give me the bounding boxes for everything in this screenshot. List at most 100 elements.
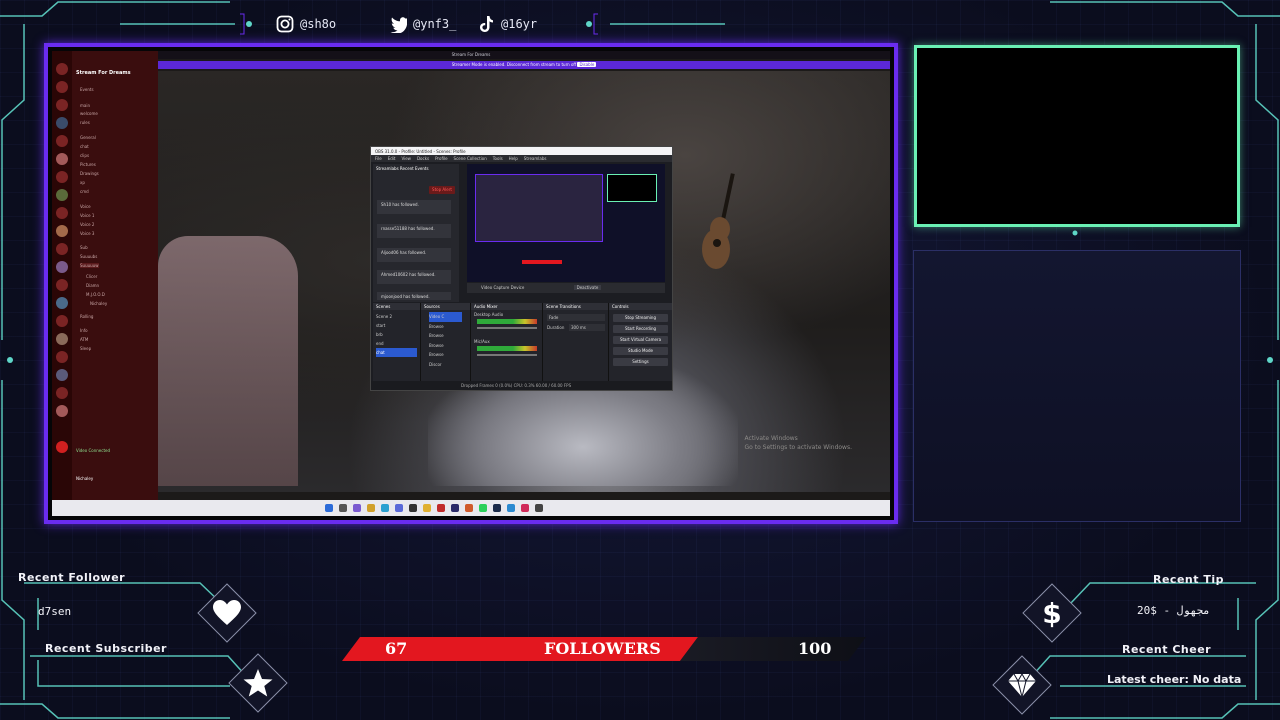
server-icon <box>56 225 68 237</box>
discord-channel[interactable]: Sub <box>80 245 88 250</box>
server-icon <box>56 369 68 381</box>
start-virtual-camera-button[interactable]: Start Virtual Camera <box>613 336 668 344</box>
scene-item[interactable]: Scene 2 <box>376 312 417 321</box>
discord-voice-user[interactable]: Diamn <box>86 283 99 288</box>
stop-streaming-button[interactable]: Stop Streaming <box>613 314 668 322</box>
obs-menubar: File Edit View Docks Profile Scene Colle… <box>371 155 672 162</box>
start-recording-button[interactable]: Start Recording <box>613 325 668 333</box>
discord-channel[interactable]: Voice 1 <box>80 213 94 218</box>
taskbar-app-icon[interactable] <box>437 504 445 512</box>
scene-item[interactable]: start <box>376 321 417 330</box>
discord-voice-status: Video Connected <box>76 448 111 453</box>
discord-icon[interactable] <box>395 504 403 512</box>
discord-channel[interactable]: ATM <box>80 337 88 342</box>
source-item[interactable]: Browse <box>429 322 462 332</box>
taskbar-app-icon[interactable] <box>353 504 361 512</box>
volume-slider[interactable] <box>477 354 537 356</box>
settings-button[interactable]: Settings <box>613 358 668 366</box>
discord-channel[interactable]: General <box>80 135 96 140</box>
scene-item[interactable]: brb <box>376 330 417 339</box>
start-icon[interactable] <box>325 504 333 512</box>
discord-channel[interactable]: Sleep <box>80 346 91 351</box>
discord-channel[interactable]: Voice 3 <box>80 231 94 236</box>
folder-icon[interactable] <box>367 504 375 512</box>
obs-source-toolbar: Video Capture Device Deactivate <box>467 283 665 293</box>
discord-server-list <box>52 51 72 516</box>
stream-overlay: @sh8o @ynf3_ @16yr Stream For Dreams Str… <box>0 0 1280 720</box>
discord-channel[interactable]: main <box>80 103 90 108</box>
scene-list: Scene 2 start brb end chat <box>373 310 420 359</box>
server-icon <box>56 99 68 111</box>
discord-channel[interactable]: xp <box>80 180 85 185</box>
banner-text: Streamer Mode is enabled. Disconnect fro… <box>451 62 597 67</box>
obs-menu-item[interactable]: Tools <box>493 156 503 161</box>
taskbar-app-icon[interactable] <box>451 504 459 512</box>
taskbar-app-icon[interactable] <box>535 504 543 512</box>
guitar-image <box>702 173 735 269</box>
scene-item-selected[interactable]: chat <box>376 348 417 357</box>
server-icon <box>56 63 68 75</box>
duration-label: Duration <box>547 325 565 330</box>
discord-voice-user[interactable]: Nichaley <box>90 301 107 306</box>
taskbar-app-icon[interactable] <box>423 504 431 512</box>
source-item[interactable]: Browse <box>429 341 462 351</box>
discord-channel[interactable]: clips <box>80 153 89 158</box>
obs-menu-item[interactable]: Help <box>509 156 518 161</box>
transition-select[interactable]: Fade <box>547 314 605 321</box>
source-item[interactable]: Browse <box>429 331 462 341</box>
source-name: Video Capture Device <box>481 285 525 290</box>
obs-menu-item[interactable]: View <box>401 156 411 161</box>
discord-voice-user[interactable]: Clicer <box>86 274 97 279</box>
studio-mode-button[interactable]: Studio Mode <box>613 347 668 355</box>
webcam-frame <box>914 45 1240 227</box>
volume-slider[interactable] <box>477 327 537 329</box>
dock-title: Audio Mixer <box>471 303 542 310</box>
taskbar-app-icon[interactable] <box>479 504 487 512</box>
taskbar-app-icon[interactable] <box>521 504 529 512</box>
obs-menu-item[interactable]: Docks <box>417 156 429 161</box>
obs-menu-item[interactable]: File <box>375 156 382 161</box>
event-item: Sh10 has followed. <box>377 200 451 214</box>
discord-channel[interactable]: Voice <box>80 204 91 209</box>
event-item: Aljood06 has followed. <box>377 248 451 262</box>
streamer-mode-banner: Streamer Mode is enabled. Disconnect fro… <box>158 61 890 69</box>
obs-recent-events-dock: Streamlabs Recent Events Stop Alert Sh10… <box>373 164 459 302</box>
source-item[interactable]: Browse <box>429 350 462 360</box>
discord-channel[interactable]: rules <box>80 120 90 125</box>
discord-channel[interactable]: chat <box>80 144 89 149</box>
discord-channel[interactable]: Events <box>80 87 94 92</box>
audio-mixer-dock: Audio Mixer Desktop Audio Mic/Aux <box>471 303 543 383</box>
taskbar-app-icon[interactable] <box>507 504 515 512</box>
scene-transitions-dock: Scene Transitions Fade Duration 300 ms <box>543 303 609 383</box>
obs-menu-item[interactable]: Scene Collection <box>454 156 487 161</box>
edge-icon[interactable] <box>381 504 389 512</box>
discord-channel[interactable]: Drawings <box>80 171 99 176</box>
discord-channel[interactable]: Suuuuuw <box>80 263 99 268</box>
discord-channel[interactable]: Suuuubs <box>80 254 97 259</box>
obs-icon[interactable] <box>409 504 417 512</box>
discord-channel[interactable]: cmd <box>80 189 89 194</box>
duration-input[interactable]: 300 ms <box>569 324 605 331</box>
steam-icon[interactable] <box>493 504 501 512</box>
search-icon[interactable] <box>339 504 347 512</box>
discord-channel[interactable]: Info <box>80 328 88 333</box>
deactivate-button[interactable]: Deactivate <box>573 285 602 290</box>
discord-channel[interactable]: Voice 2 <box>80 222 94 227</box>
volume-meter <box>477 346 537 351</box>
obs-menu-item[interactable]: Streamlabs <box>524 156 547 161</box>
source-item[interactable]: Discor <box>429 360 462 370</box>
obs-menu-item[interactable]: Edit <box>388 156 396 161</box>
server-icon <box>56 351 68 363</box>
obs-menu-item[interactable]: Profile <box>435 156 447 161</box>
stop-alert-button[interactable]: Stop Alert <box>429 186 455 194</box>
discord-voice-user[interactable]: M.J.O.O.D <box>86 292 105 297</box>
recent-follower-label: Recent Follower <box>18 571 126 584</box>
discord-channel[interactable]: welcome <box>80 111 98 116</box>
discord-channel[interactable]: Pictures <box>80 162 96 167</box>
server-icon <box>56 117 68 129</box>
scene-item[interactable]: end <box>376 339 417 348</box>
banner-disable-button[interactable]: Disable <box>577 62 597 67</box>
source-item[interactable]: Video C <box>429 312 462 322</box>
taskbar-app-icon[interactable] <box>465 504 473 512</box>
discord-channel[interactable]: Rolling <box>80 314 93 319</box>
